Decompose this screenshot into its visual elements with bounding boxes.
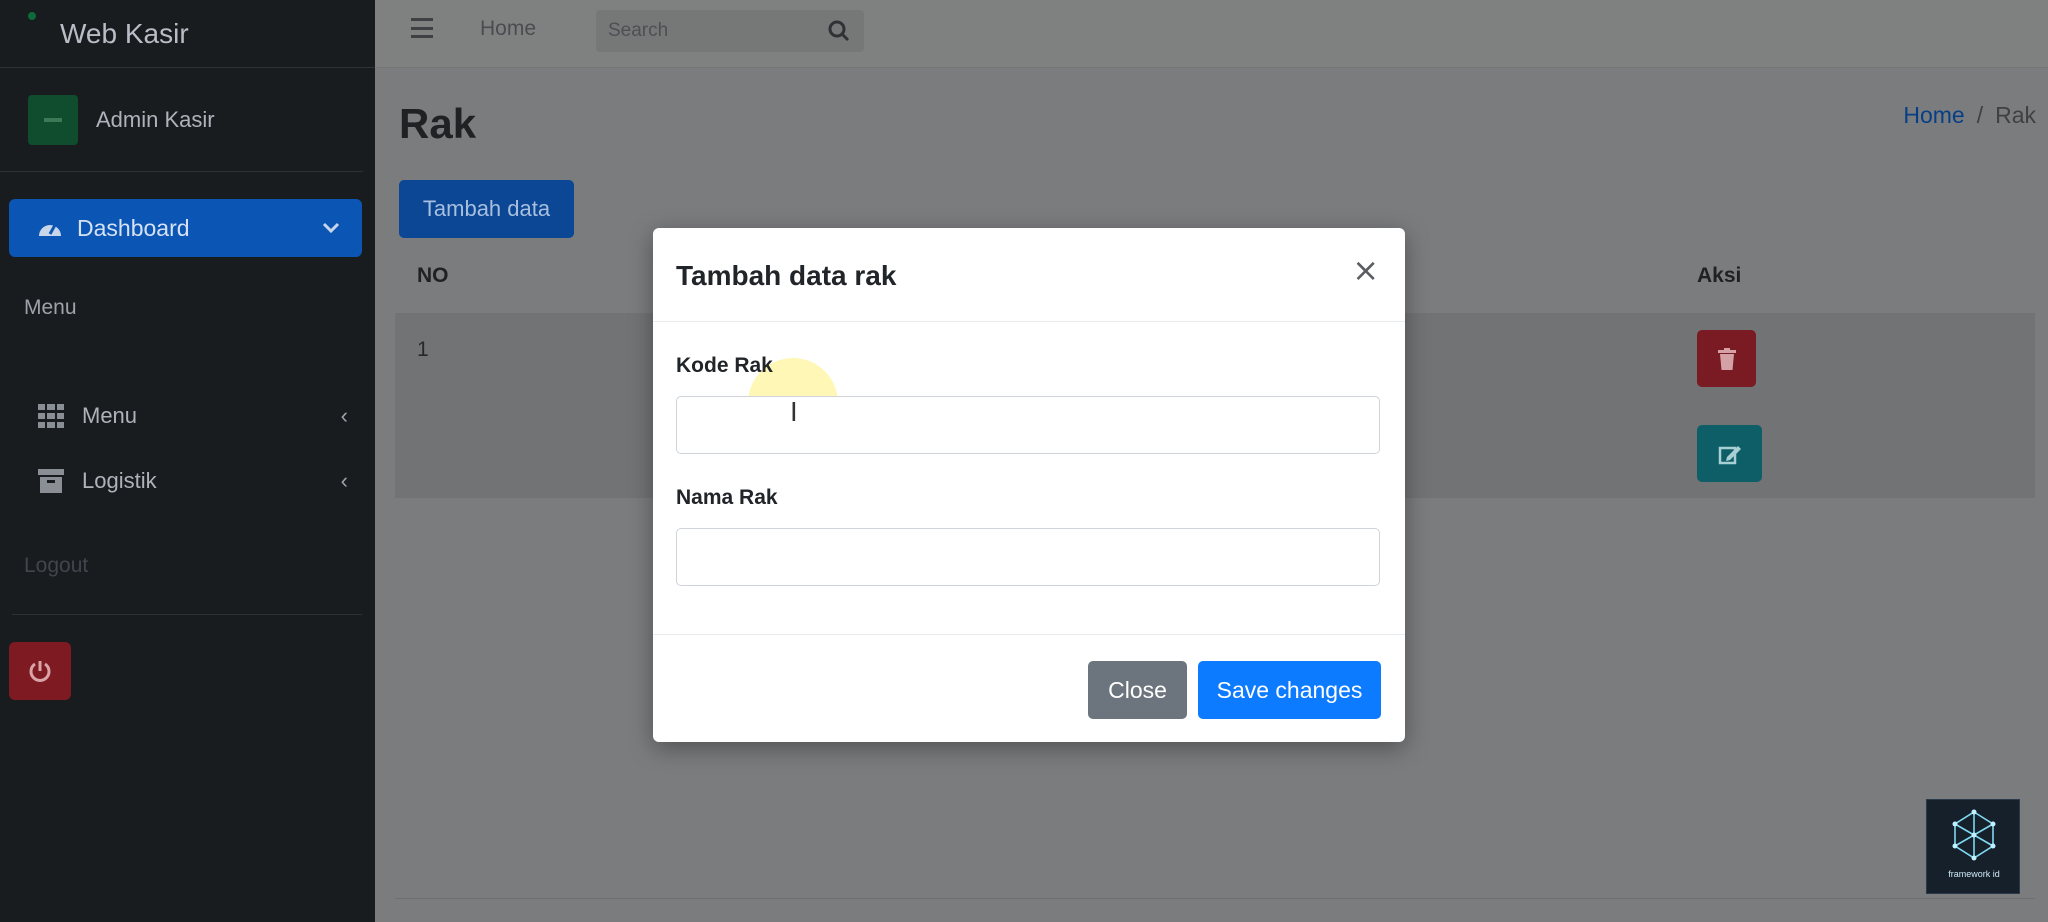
search-icon[interactable] bbox=[828, 20, 850, 42]
brand-name: Web Kasir bbox=[60, 17, 189, 49]
top-navbar: Home Search bbox=[375, 0, 2048, 68]
search-placeholder: Search bbox=[608, 20, 669, 41]
add-data-button[interactable]: Tambah data bbox=[399, 180, 574, 238]
trash-icon bbox=[1717, 347, 1736, 370]
nama-rak-input[interactable] bbox=[676, 528, 1380, 586]
watermark-logo: framework id bbox=[1926, 799, 2020, 894]
close-button[interactable]: Close bbox=[1088, 661, 1187, 719]
brand[interactable]: Web Kasir bbox=[0, 0, 375, 68]
breadcrumb-separator: / bbox=[1976, 102, 1984, 128]
table-header-aksi: Aksi bbox=[1697, 264, 1742, 287]
content-divider bbox=[395, 898, 2035, 899]
chevron-down-icon bbox=[322, 222, 340, 234]
chevron-left-icon: ‹ bbox=[340, 403, 348, 428]
sidebar-divider bbox=[12, 614, 362, 615]
chevron-left-icon: ‹ bbox=[340, 468, 348, 493]
network-logo-icon bbox=[1952, 809, 1996, 861]
avatar bbox=[28, 94, 78, 145]
page-title: Rak bbox=[399, 100, 477, 147]
power-button[interactable] bbox=[9, 642, 71, 700]
dashboard-icon bbox=[39, 224, 61, 236]
kode-rak-input[interactable] bbox=[676, 396, 1380, 454]
table-cell-no: 1 bbox=[417, 338, 429, 361]
user-name: Admin Kasir bbox=[96, 106, 215, 132]
save-changes-button[interactable]: Save changes bbox=[1198, 661, 1381, 719]
logout-link[interactable]: Logout bbox=[24, 554, 88, 578]
field-label-nama-rak: Nama Rak bbox=[676, 486, 778, 509]
sidebar-item-dashboard[interactable]: Dashboard bbox=[9, 199, 362, 257]
hamburger-icon[interactable] bbox=[411, 18, 433, 38]
sidebar: Web Kasir Admin Kasir Dashboard Menu Men… bbox=[0, 0, 375, 922]
archive-icon bbox=[38, 469, 64, 493]
breadcrumb-home[interactable]: Home bbox=[1903, 102, 1964, 129]
edit-button[interactable] bbox=[1697, 425, 1762, 482]
sidebar-item-menu[interactable]: Menu ‹ bbox=[38, 396, 348, 436]
power-icon bbox=[29, 661, 51, 682]
search-input[interactable]: Search bbox=[596, 10, 864, 52]
breadcrumb: Home / Rak bbox=[1903, 102, 2036, 129]
modal-title: Tambah data rak bbox=[676, 260, 897, 291]
sidebar-item-logistik[interactable]: Logistik ‹ bbox=[38, 461, 348, 501]
sidebar-item-label: Menu bbox=[82, 403, 138, 428]
watermark-text: framework id bbox=[1948, 869, 2000, 879]
nav-home-link[interactable]: Home bbox=[480, 17, 536, 41]
add-rack-modal: Tambah data rak × Kode Rak I Nama Rak Cl… bbox=[653, 228, 1405, 742]
sidebar-item-label: Dashboard bbox=[77, 214, 190, 241]
edit-icon bbox=[1718, 445, 1741, 464]
sidebar-header: Menu bbox=[24, 296, 77, 319]
user-panel[interactable]: Admin Kasir bbox=[0, 68, 363, 172]
sidebar-item-label: Logistik bbox=[82, 468, 157, 493]
field-label-kode-rak: Kode Rak bbox=[676, 354, 773, 377]
grid-icon bbox=[38, 404, 64, 428]
close-icon[interactable]: × bbox=[1352, 254, 1379, 286]
table-header-no: NO bbox=[417, 264, 449, 287]
modal-header: Tambah data rak × bbox=[653, 228, 1405, 322]
text-cursor-icon: I bbox=[790, 398, 798, 428]
modal-footer: Close Save changes bbox=[653, 634, 1405, 742]
delete-button[interactable] bbox=[1697, 330, 1756, 387]
breadcrumb-current: Rak bbox=[1995, 102, 2036, 128]
brand-logo-icon bbox=[28, 11, 36, 20]
